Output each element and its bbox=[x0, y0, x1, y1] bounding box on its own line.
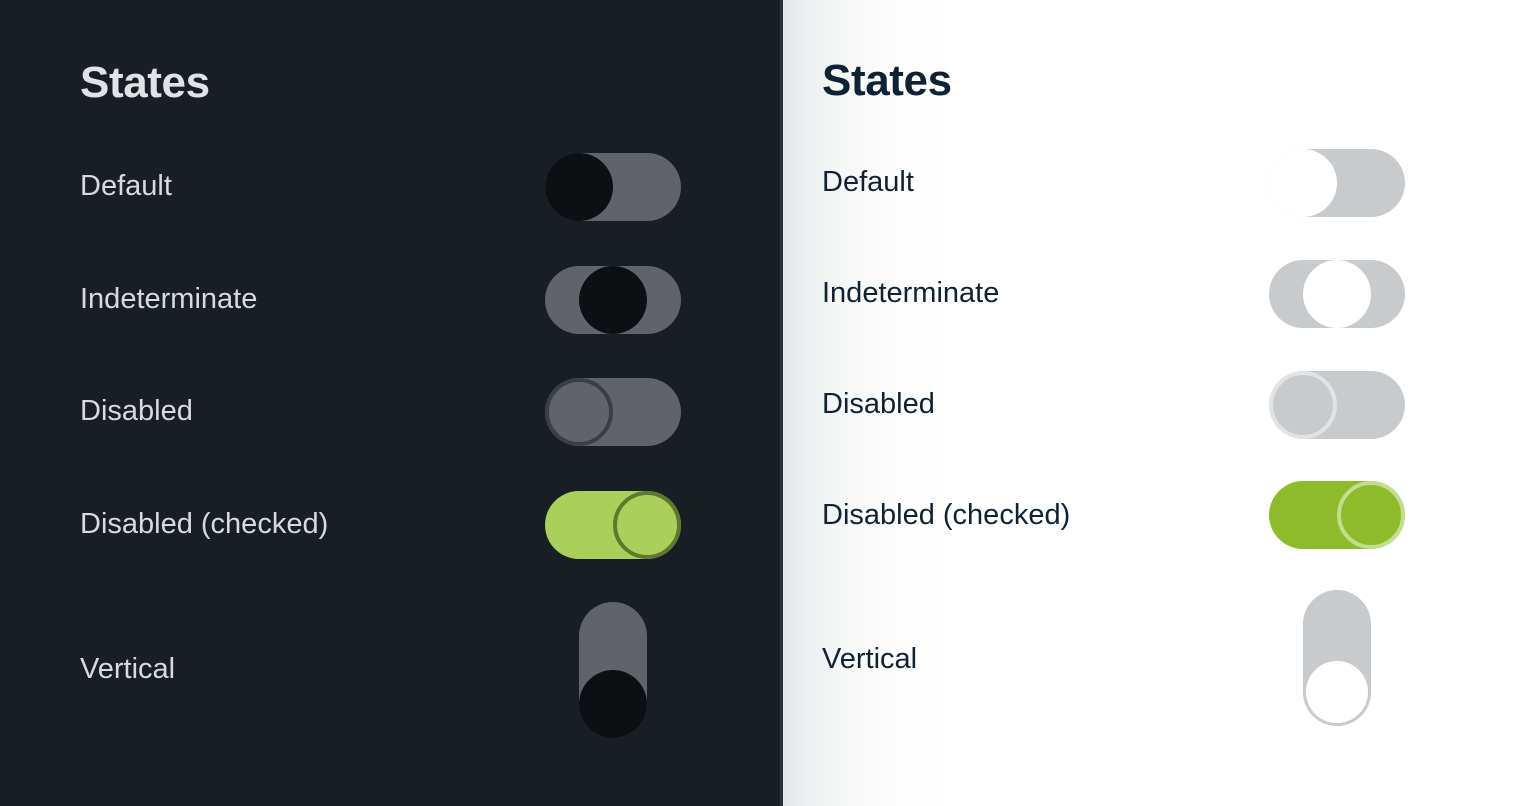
toggle-indeterminate-light-wrap bbox=[1269, 260, 1405, 328]
toggle-knob-icon bbox=[1303, 260, 1371, 328]
page-title-light: States bbox=[822, 56, 952, 105]
row-label-disabled-checked-dark: Disabled (checked) bbox=[80, 508, 329, 540]
toggle-indeterminate-dark[interactable] bbox=[545, 266, 681, 334]
toggle-knob-icon bbox=[613, 491, 681, 559]
toggle-default-light[interactable] bbox=[1269, 149, 1405, 217]
toggle-vertical-dark[interactable] bbox=[579, 602, 647, 738]
row-disabled-dark: Disabled bbox=[80, 395, 193, 428]
toggle-knob-icon bbox=[545, 153, 613, 221]
toggle-disabled-checked-dark-wrap bbox=[545, 491, 681, 559]
toggle-default-light-wrap bbox=[1269, 149, 1405, 217]
row-disabled-checked-light: Disabled (checked) bbox=[822, 499, 1070, 532]
toggle-default-dark-wrap bbox=[545, 153, 681, 221]
toggle-knob-icon bbox=[1269, 149, 1337, 217]
toggle-default-dark[interactable] bbox=[545, 153, 681, 221]
toggle-indeterminate-light[interactable] bbox=[1269, 260, 1405, 328]
row-label-indeterminate-light: Indeterminate bbox=[822, 277, 1000, 309]
row-indeterminate-light: Indeterminate bbox=[822, 277, 999, 310]
toggle-knob-icon bbox=[1337, 481, 1405, 549]
row-label-vertical-dark: Vertical bbox=[80, 653, 176, 685]
toggle-knob-icon bbox=[545, 378, 613, 446]
toggle-disabled-light bbox=[1269, 371, 1405, 439]
light-theme-panel: States Default Indeterminate Disabled Di… bbox=[782, 0, 1516, 806]
row-default-light: Default bbox=[822, 166, 914, 199]
toggle-knob-icon bbox=[1269, 371, 1337, 439]
row-indeterminate-dark: Indeterminate bbox=[80, 283, 257, 316]
toggle-vertical-light[interactable] bbox=[1303, 590, 1371, 726]
page-title-dark: States bbox=[80, 58, 210, 107]
row-label-disabled-dark: Disabled bbox=[80, 395, 193, 427]
toggle-vertical-light-wrap bbox=[1303, 590, 1371, 726]
row-label-disabled-checked-light: Disabled (checked) bbox=[822, 499, 1071, 531]
toggle-disabled-dark bbox=[545, 378, 681, 446]
row-vertical-dark: Vertical bbox=[80, 653, 175, 686]
row-vertical-light: Vertical bbox=[822, 643, 917, 676]
toggle-knob-icon bbox=[579, 266, 647, 334]
toggle-indeterminate-dark-wrap bbox=[545, 266, 681, 334]
toggle-knob-icon bbox=[1303, 658, 1371, 726]
toggle-disabled-dark-wrap bbox=[545, 378, 681, 446]
toggle-disabled-light-wrap bbox=[1269, 371, 1405, 439]
toggle-disabled-checked-dark bbox=[545, 491, 681, 559]
toggle-disabled-checked-light-wrap bbox=[1269, 481, 1405, 549]
row-disabled-checked-dark: Disabled (checked) bbox=[80, 508, 328, 541]
toggle-disabled-checked-light bbox=[1269, 481, 1405, 549]
dark-theme-panel: States Default Indeterminate Disabled Di… bbox=[0, 0, 782, 806]
row-label-disabled-light: Disabled bbox=[822, 388, 935, 420]
row-label-indeterminate-dark: Indeterminate bbox=[80, 283, 258, 315]
row-label-default-dark: Default bbox=[80, 170, 172, 202]
toggle-knob-icon bbox=[579, 670, 647, 738]
row-default-dark: Default bbox=[80, 170, 172, 203]
toggle-states-showcase: States Default Indeterminate Disabled Di… bbox=[0, 0, 1516, 806]
row-disabled-light: Disabled bbox=[822, 388, 935, 421]
row-label-default-light: Default bbox=[822, 166, 914, 198]
toggle-vertical-dark-wrap bbox=[579, 602, 647, 738]
row-label-vertical-light: Vertical bbox=[822, 643, 918, 675]
